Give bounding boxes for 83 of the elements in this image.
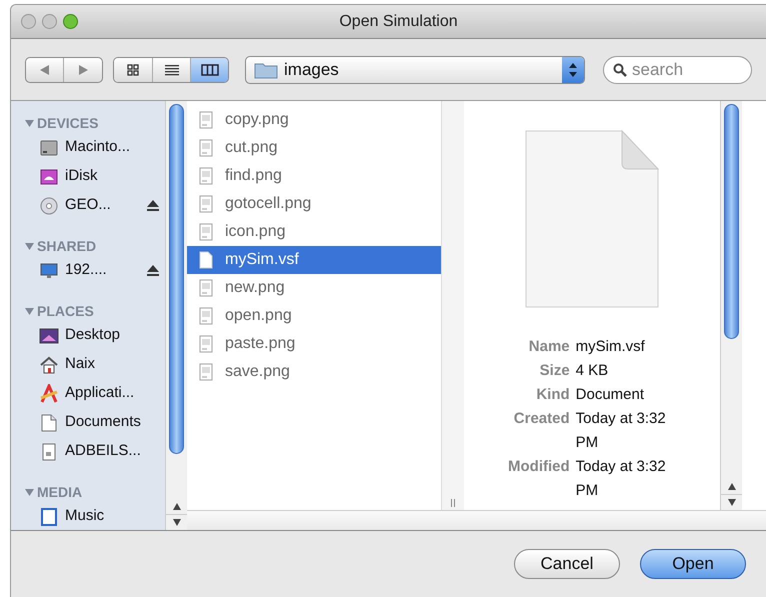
sidebar-item[interactable]: Macinto... [25, 133, 165, 162]
file-row[interactable]: gotocell.png [187, 190, 441, 218]
popup-stepper-icon [562, 56, 584, 82]
image-file-icon [199, 307, 213, 325]
image-file-icon [199, 195, 213, 213]
sidebar-item[interactable]: Applicati... [25, 379, 165, 408]
preview-scrollbar[interactable] [720, 101, 742, 510]
info-label: Name [528, 337, 570, 357]
document-icon [199, 251, 213, 269]
info-value: Today at 3:32 PM [576, 409, 667, 453]
info-label: Created [512, 409, 570, 429]
info-value: Today at 3:32 PM [576, 457, 667, 501]
sidebar-item[interactable]: ADBEILS... [25, 437, 165, 466]
sidebar-item[interactable]: iDisk [25, 162, 165, 191]
location-label: images [284, 58, 340, 81]
image-file-icon [199, 167, 213, 185]
file-row[interactable]: open.png [187, 302, 441, 330]
image-file-icon [199, 335, 213, 353]
file-row[interactable]: mySim.vsf [187, 246, 441, 274]
sidebar-item[interactable]: Documents [25, 408, 165, 437]
pencil-ruler-icon [39, 384, 59, 404]
house-icon [39, 354, 59, 374]
image-file-icon [199, 363, 213, 381]
eject-icon[interactable] [147, 265, 159, 276]
document-preview-icon [524, 129, 660, 309]
info-label: Modified [508, 457, 570, 477]
image-file-icon [199, 139, 213, 157]
sidebar-item[interactable]: Music [25, 502, 165, 530]
view-mode-button[interactable] [190, 58, 228, 82]
info-value: Document [576, 385, 646, 405]
info-value: mySim.vsf [576, 337, 646, 357]
close-window-icon[interactable] [21, 14, 36, 29]
location-popup[interactable]: images [245, 56, 585, 84]
column-resize-handle[interactable] [451, 499, 455, 507]
columns-icon [200, 62, 218, 76]
sidebar-section-title: PLACES [37, 302, 94, 320]
dialog-button[interactable]: Open [640, 549, 746, 579]
view-mode-button[interactable] [152, 58, 190, 82]
image-file-icon [199, 279, 213, 297]
sidebar-section-title: DEVICES [37, 114, 98, 132]
disclosure-triangle-icon[interactable] [25, 488, 34, 496]
info-label: Kind [535, 385, 570, 405]
eject-icon[interactable] [147, 200, 159, 211]
file-row[interactable]: copy.png [187, 106, 441, 134]
sidebar-item[interactable]: 192.... [25, 256, 165, 285]
info-label: Size [538, 361, 570, 381]
minimize-window-icon[interactable] [42, 14, 57, 29]
monitor-icon [39, 260, 59, 280]
forward-arrow-icon [78, 64, 88, 74]
search-icon [613, 62, 627, 76]
grid-icon [126, 62, 140, 76]
view-mode-button[interactable] [114, 58, 152, 82]
music-icon [39, 506, 59, 526]
sidebar-section-title: MEDIA [37, 482, 82, 502]
file-row[interactable]: cut.png [187, 134, 441, 162]
back-arrow-icon [40, 64, 49, 74]
image-file-icon [199, 111, 213, 129]
dialog-button[interactable]: Cancel [514, 549, 620, 579]
search-field[interactable]: search [603, 56, 752, 84]
disclosure-triangle-icon[interactable] [25, 242, 34, 250]
sidebar-item[interactable]: Desktop [25, 321, 165, 350]
file-row[interactable]: find.png [187, 162, 441, 190]
file-row[interactable]: paste.png [187, 330, 441, 358]
file-row[interactable]: new.png [187, 274, 441, 302]
scroll-thumb[interactable] [169, 104, 184, 454]
info-value: 4 KB [576, 361, 610, 381]
scroll-thumb[interactable] [724, 104, 739, 339]
window-title: Open Simulation [338, 12, 458, 32]
zoom-window-icon[interactable] [63, 14, 78, 29]
file-row[interactable]: save.png [187, 358, 441, 386]
file-row[interactable]: icon.png [187, 218, 441, 246]
sidebar-scrollbar[interactable] [165, 101, 187, 530]
cd-icon [39, 196, 59, 216]
list-icon [164, 62, 180, 76]
desktop-icon [39, 326, 59, 346]
disclosure-triangle-icon[interactable] [25, 118, 34, 128]
documents-icon [39, 412, 59, 432]
sidebar-section-title: SHARED [37, 236, 96, 256]
disclosure-triangle-icon[interactable] [25, 306, 34, 316]
sidebar-item[interactable]: Naix [25, 350, 165, 379]
folder-icon [254, 60, 278, 78]
sidebar-item[interactable]: GEO... [25, 191, 165, 220]
image-file-icon [199, 223, 213, 241]
